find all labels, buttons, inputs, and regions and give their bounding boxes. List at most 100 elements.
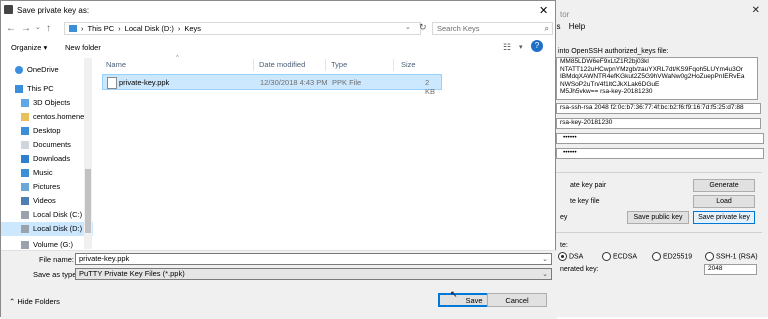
bits-label: nerated key: [560,266,599,273]
folder-icon [21,113,29,122]
address-dropdown-icon[interactable]: ⌄ [405,23,411,31]
close-icon[interactable]: ✕ [539,4,548,17]
pubkey-line: M5Jh5vkw== rsa-key-20181230 [560,88,653,95]
nav-item-pictures[interactable]: Pictures [1,180,93,194]
column-divider[interactable] [325,59,326,71]
radio-ssh1-icon[interactable] [705,252,714,261]
organize-button[interactable]: Organize ▾ [11,43,47,52]
hide-folders-label: Hide Folders [17,297,60,306]
folder-3d-icon [21,99,29,108]
nav-item-label: centos.homenet [33,112,87,121]
help-icon[interactable]: ? [531,40,543,52]
pubkey-label: into OpenSSH authorized_keys file: [558,48,669,55]
dialog-title: Save private key as: [17,6,90,15]
nav-item-desktop[interactable]: Desktop [1,124,93,138]
folder-icon [21,127,29,136]
radio-ecdsa-label: ECDSA [612,253,638,261]
radio-ssh1[interactable]: SSH-1 (RSA) [705,252,758,261]
column-date[interactable]: Date modified [259,60,305,69]
nav-item-label: This PC [27,84,54,93]
nav-item-music[interactable]: Music [1,166,93,180]
radio-ssh1-label: SSH-1 (RSA) [715,253,758,261]
pubkey-line: NTATT122uHCwpnYMzgb/zauYXRL7dt/KS9Fqoh5L… [560,65,743,73]
nav-item-local-disk-d[interactable]: Local Disk (D:) [1,222,93,236]
search-input[interactable]: Search Keys ⌕ [432,22,553,35]
view-dropdown-icon[interactable]: ▾ [519,43,523,51]
mouse-cursor-icon: ↖ [450,289,458,299]
radio-ed25519-icon[interactable] [652,252,661,261]
drive-icon [21,211,29,220]
column-size[interactable]: Size [401,60,416,69]
save-private-key-button[interactable]: Save private key [693,211,755,224]
new-folder-button[interactable]: New folder [65,43,101,52]
chevron-down-icon[interactable]: ⌄ [542,270,548,280]
key-type-label: te: [560,242,568,249]
nav-item-label: Local Disk (D:) [33,224,83,233]
save-type-value: PuTTY Private Key Files (*.ppk) [79,269,185,278]
radio-rsa[interactable]: DSA [558,252,583,261]
file-row[interactable]: private-key.ppk 12/30/2018 4:43 PM PPK F… [102,74,442,96]
nav-item-downloads[interactable]: Downloads [1,152,93,166]
filename-input[interactable]: private-key.ppk ⌄ [75,253,552,265]
nav-item-3d-objects[interactable]: 3D Objects [1,96,93,110]
radio-ecdsa[interactable]: ECDSA [602,252,637,261]
nav-item-documents[interactable]: Documents [1,138,93,152]
menu-help[interactable]: Help [569,22,585,31]
breadcrumb-keys[interactable]: Keys [184,24,201,33]
radio-rsa-icon[interactable] [558,252,567,261]
load-button[interactable]: Load [693,195,755,208]
forward-arrow-icon[interactable]: → [21,23,31,34]
radio-ed25519[interactable]: ED25519 [652,252,692,261]
nav-item-videos[interactable]: Videos [1,194,93,208]
nav-item-onedrive[interactable]: OneDrive [1,63,93,77]
nav-item-volume-g[interactable]: Volume (G:) [1,238,93,249]
videos-icon [21,197,29,206]
nav-scrollbar-thumb[interactable] [85,169,91,233]
column-type[interactable]: Type [331,60,347,69]
cloud-icon [15,66,23,75]
column-divider[interactable] [253,59,254,71]
downloads-icon [21,155,29,164]
nav-item-label: Desktop [33,126,61,135]
chevron-down-icon[interactable]: ⌄ [542,255,548,265]
puttygen-close-icon[interactable]: ✕ [752,5,760,16]
save-type-select[interactable]: PuTTY Private Key Files (*.ppk) ⌄ [75,268,552,280]
radio-ecdsa-icon[interactable] [602,252,611,261]
hide-folders-toggle[interactable]: ⌃ Hide Folders [9,297,60,306]
fingerprint-field[interactable]: rsa-ssh-rsa 2048 f2:0c:b7:36:77:4f:bc:b2… [556,103,761,114]
column-divider[interactable] [393,59,394,71]
computer-icon [69,25,77,32]
nav-item-label: Music [33,168,53,177]
search-placeholder: Search Keys [437,24,480,33]
breadcrumb-this-pc[interactable]: This PC [88,24,115,33]
back-arrow-icon[interactable]: ← [6,23,16,34]
generate-button[interactable]: Generate [693,179,755,192]
radio-rsa-label: DSA [568,253,584,261]
putty-app-icon [4,5,13,14]
passphrase-field[interactable]: •••••• [556,133,764,144]
computer-icon [15,85,23,94]
nav-item-centos[interactable]: centos.homenet [1,110,93,124]
save-public-key-button[interactable]: Save public key [627,211,689,224]
file-date: 12/30/2018 4:43 PM [260,78,328,87]
pubkey-textarea[interactable]: MM85LDW6eF9xLtZ1R2bj03kl NTATT122uHCwpnY… [556,57,758,100]
nav-item-this-pc[interactable]: This PC [1,82,93,96]
pubkey-line: MM85LDW6eF9xLtZ1R2bj03kl [560,58,649,65]
column-name[interactable]: Name [106,60,126,69]
recent-dropdown-icon[interactable]: ⌄ [35,23,41,31]
pubkey-line: IBMdqXAWNTR4efKGkut2Z5G9hVWaNw0g2HoZuepP… [560,73,745,80]
music-icon [21,169,29,178]
bits-field[interactable]: 2048 [704,264,757,275]
breadcrumb-local-disk[interactable]: Local Disk (D:) [125,24,174,33]
cancel-button[interactable]: Cancel [487,293,547,307]
view-options-icon[interactable]: ☷ [503,42,511,53]
refresh-icon[interactable]: ↻ [419,22,427,33]
up-arrow-icon[interactable]: ↑ [46,23,51,34]
drive-icon [21,241,29,249]
address-bar[interactable]: › This PC › Local Disk (D:) › Keys [64,22,421,35]
nav-item-label: 3D Objects [33,98,71,107]
puttygen-menu: ns Help [552,22,585,31]
nav-item-local-disk-c[interactable]: Local Disk (C:) [1,208,93,222]
confirm-passphrase-field[interactable]: •••••• [556,148,764,159]
comment-field[interactable]: rsa-key-20181230 [556,118,761,129]
